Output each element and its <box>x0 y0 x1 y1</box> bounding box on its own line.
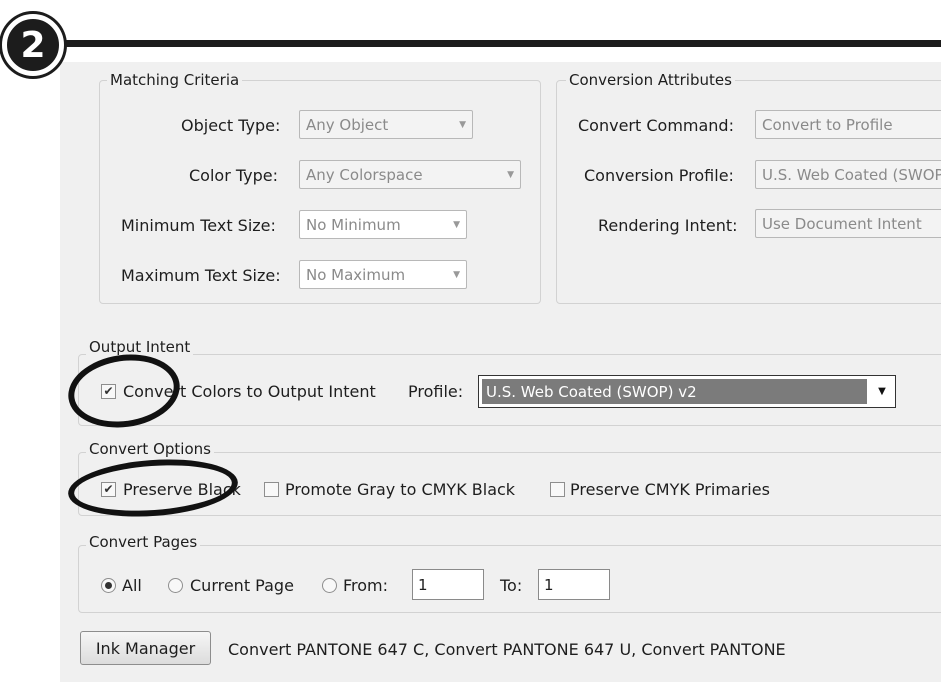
min-text-size-value: No Minimum <box>306 215 401 234</box>
convert-command-select[interactable]: Convert to Profile <box>755 110 941 139</box>
from-radio[interactable] <box>322 578 337 593</box>
ink-manager-summary: Convert PANTONE 647 C, Convert PANTONE 6… <box>228 640 786 659</box>
output-intent-title: Output Intent <box>86 338 194 356</box>
max-text-size-value: No Maximum <box>306 265 406 284</box>
current-page-radio[interactable] <box>168 578 183 593</box>
rendering-intent-select[interactable]: Use Document Intent <box>755 209 941 238</box>
promote-gray-checkbox[interactable] <box>264 482 279 497</box>
header-rule <box>66 40 941 47</box>
object-type-select[interactable]: Any Object ▼ <box>299 110 473 139</box>
convert-command-label: Convert Command: <box>578 116 734 135</box>
conversion-profile-select[interactable]: U.S. Web Coated (SWOP <box>755 160 941 189</box>
output-profile-select[interactable]: U.S. Web Coated (SWOP) v2 ▼ <box>478 375 896 408</box>
chevron-down-icon: ▼ <box>453 219 460 230</box>
conversion-profile-label: Conversion Profile: <box>584 166 734 185</box>
chevron-down-icon: ▼ <box>878 386 886 397</box>
preserve-cmyk-label: Preserve CMYK Primaries <box>570 480 770 499</box>
current-page-label: Current Page <box>190 576 294 595</box>
ink-manager-button[interactable]: Ink Manager <box>80 631 211 665</box>
chevron-down-icon: ▼ <box>459 119 466 130</box>
convert-pages-title: Convert Pages <box>86 533 201 551</box>
chevron-down-icon: ▼ <box>507 169 514 180</box>
object-type-value: Any Object <box>306 115 389 134</box>
min-text-size-label: Minimum Text Size: <box>121 216 276 235</box>
color-type-select[interactable]: Any Colorspace ▼ <box>299 160 521 189</box>
promote-gray-label: Promote Gray to CMYK Black <box>285 480 516 499</box>
convert-options-title: Convert Options <box>86 440 214 458</box>
convert-command-value: Convert to Profile <box>762 115 893 134</box>
from-label: From: <box>343 576 389 595</box>
color-type-label: Color Type: <box>189 166 278 185</box>
rendering-intent-value: Use Document Intent <box>762 214 922 233</box>
matching-criteria-title: Matching Criteria <box>107 71 243 89</box>
all-pages-radio[interactable] <box>101 578 116 593</box>
object-type-label: Object Type: <box>181 116 281 135</box>
conversion-profile-value: U.S. Web Coated (SWOP <box>762 165 941 184</box>
to-page-input[interactable]: 1 <box>538 569 610 600</box>
step-badge: 2 <box>2 14 64 76</box>
min-text-size-select[interactable]: No Minimum ▼ <box>299 210 467 239</box>
max-text-size-select[interactable]: No Maximum ▼ <box>299 260 467 289</box>
all-pages-label: All <box>122 576 142 595</box>
rendering-intent-label: Rendering Intent: <box>598 216 738 235</box>
to-label: To: <box>500 576 523 595</box>
preserve-cmyk-checkbox[interactable] <box>550 482 565 497</box>
output-profile-value: U.S. Web Coated (SWOP) v2 <box>482 379 867 404</box>
color-type-value: Any Colorspace <box>306 165 423 184</box>
max-text-size-label: Maximum Text Size: <box>121 266 281 285</box>
chevron-down-icon: ▼ <box>453 269 460 280</box>
conversion-attributes-title: Conversion Attributes <box>566 71 735 89</box>
profile-label: Profile: <box>408 382 464 401</box>
from-page-input[interactable]: 1 <box>412 569 484 600</box>
